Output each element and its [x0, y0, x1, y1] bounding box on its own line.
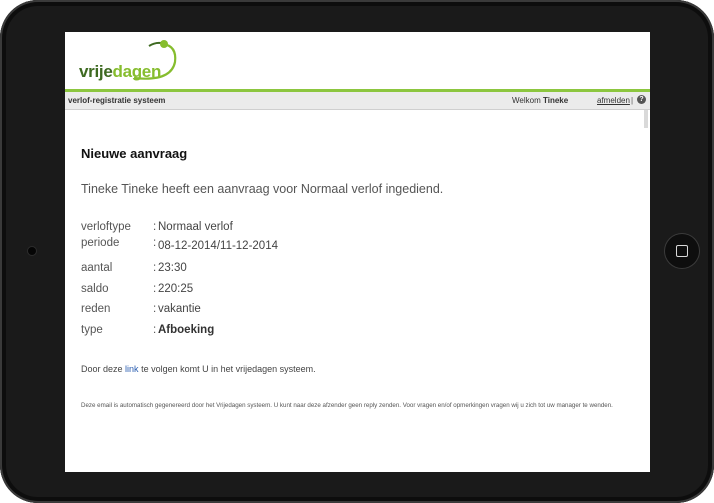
- camera-icon: [28, 247, 36, 255]
- logo-text-dagen: dagen: [112, 62, 162, 81]
- system-link[interactable]: link: [125, 364, 139, 374]
- app-header: vrijedagen: [65, 32, 650, 90]
- detail-value: Normaal verlof: [158, 221, 233, 233]
- detail-colon: :: [153, 221, 157, 233]
- detail-label: periode: [81, 237, 120, 249]
- logout-link[interactable]: afmelden: [597, 96, 630, 105]
- detail-value: 220:25: [158, 283, 194, 295]
- detail-value: 08-12-2014/11-12-2014: [158, 240, 278, 252]
- detail-label: aantal: [81, 262, 113, 274]
- home-button-icon: [676, 245, 688, 257]
- tablet-frame: vrijedagen verlof-registratie systeem We…: [0, 0, 714, 503]
- top-bar: verlof-registratie systeem Welkom Tineke…: [65, 92, 650, 110]
- system-label: verlof-registratie systeem: [68, 96, 166, 105]
- user-name: Tineke: [542, 96, 569, 105]
- detail-colon: :: [153, 283, 157, 295]
- detail-value: 23:30: [158, 262, 187, 274]
- scrollbar[interactable]: [644, 110, 648, 128]
- detail-label: verloftype: [81, 221, 131, 233]
- logo-text: vrijedagen: [79, 62, 161, 82]
- vrijedagen-logo[interactable]: vrijedagen: [79, 40, 179, 86]
- link-sentence: Door deze link te volgen komt U in het v…: [81, 364, 316, 374]
- topbar-separator: |: [631, 96, 634, 105]
- logo-text-vrije: vrije: [79, 62, 113, 81]
- email-screen: vrijedagen verlof-registratie systeem We…: [65, 32, 650, 472]
- detail-value: Afboeking: [158, 324, 215, 336]
- email-disclaimer: Deze email is automatisch gegenereerd do…: [81, 402, 613, 409]
- welcome-text: Welkom Tineke: [512, 96, 568, 105]
- link-prefix: Door deze: [81, 364, 123, 374]
- detail-label: reden: [81, 303, 111, 315]
- home-button[interactable]: [665, 234, 699, 268]
- detail-label: saldo: [81, 283, 109, 295]
- detail-colon: :: [153, 324, 157, 336]
- link-suffix: te volgen komt U in het vrijedagen syste…: [141, 364, 316, 374]
- detail-value: vakantie: [158, 303, 201, 315]
- detail-colon: :: [153, 237, 157, 249]
- welcome-prefix: Welkom: [512, 96, 541, 105]
- detail-label: type: [81, 324, 103, 336]
- detail-colon: :: [153, 303, 157, 315]
- email-title: Nieuwe aanvraag: [81, 146, 188, 161]
- detail-colon: :: [153, 262, 157, 274]
- email-intro: Tineke Tineke heeft een aanvraag voor No…: [81, 182, 444, 196]
- help-icon[interactable]: ?: [637, 95, 646, 104]
